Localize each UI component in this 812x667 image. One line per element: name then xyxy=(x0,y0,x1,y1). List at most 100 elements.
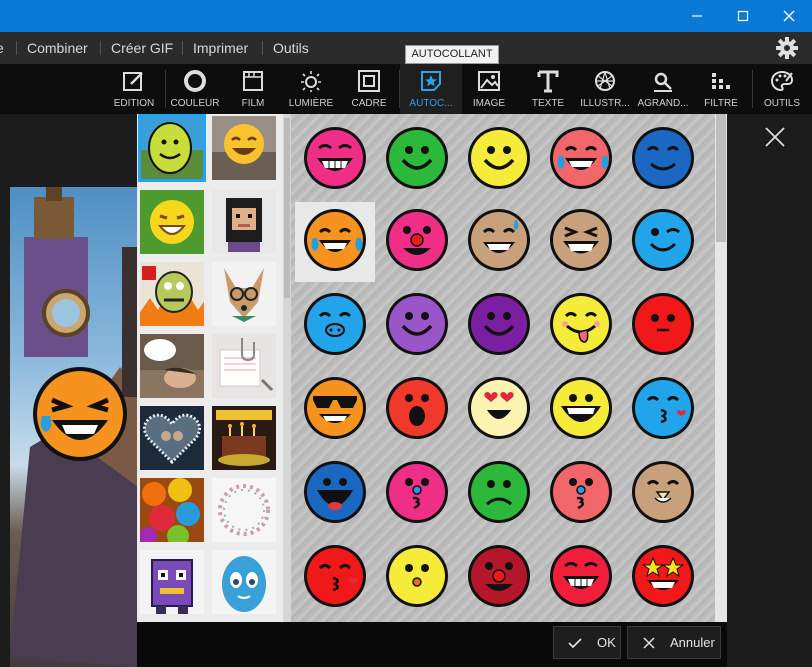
tool-texte[interactable]: TEXTE xyxy=(517,64,579,114)
close-icon xyxy=(783,10,795,22)
sticker-item[interactable] xyxy=(303,292,367,356)
menu-item-creer-gif[interactable]: Créer GIF xyxy=(111,32,173,64)
sticker-item[interactable] xyxy=(385,544,449,608)
category-thumb[interactable] xyxy=(140,334,204,398)
tool-label: ILLUSTR... xyxy=(580,98,630,109)
category-thumb[interactable] xyxy=(212,190,276,254)
sticker-item[interactable] xyxy=(303,126,367,190)
sticker-item[interactable] xyxy=(303,208,367,272)
tool-label: OUTILS xyxy=(763,98,801,109)
sticker-item[interactable] xyxy=(549,126,613,190)
tool-illustration[interactable]: ILLUSTR... xyxy=(574,64,636,114)
sticker-item[interactable] xyxy=(467,544,531,608)
sticker-item[interactable] xyxy=(631,292,695,356)
magnify-icon xyxy=(651,69,675,93)
smiley-icon xyxy=(632,209,694,271)
laughing-tears-emoji xyxy=(33,367,127,461)
sticker-item[interactable] xyxy=(467,376,531,440)
sticker-item[interactable] xyxy=(467,126,531,190)
tool-label: EDITION xyxy=(113,98,155,109)
sticker-item[interactable] xyxy=(303,460,367,524)
close-panel-button[interactable] xyxy=(756,118,794,156)
smiley-icon xyxy=(304,545,366,607)
sticker-item[interactable] xyxy=(631,126,695,190)
menu-item-imprimer[interactable]: Imprimer xyxy=(193,32,248,64)
close-window-button[interactable] xyxy=(766,0,812,32)
sticker-scrollbar-thumb[interactable] xyxy=(716,114,726,242)
tool-outils[interactable]: OUTILS xyxy=(752,64,812,114)
sticker-item[interactable] xyxy=(385,208,449,272)
maximize-button[interactable] xyxy=(720,0,766,32)
emoji-face-thumb xyxy=(212,116,276,180)
menu-item-combiner[interactable]: Combiner xyxy=(27,32,88,64)
smiley-icon xyxy=(386,461,448,523)
sticker-item[interactable] xyxy=(385,292,449,356)
category-thumb[interactable] xyxy=(212,116,276,180)
sticker-item[interactable] xyxy=(303,376,367,440)
sticker-item[interactable] xyxy=(303,544,367,608)
smiley-icon xyxy=(468,293,530,355)
cancel-button[interactable]: Annuler xyxy=(627,626,721,659)
category-thumb[interactable] xyxy=(140,406,204,470)
category-thumb[interactable] xyxy=(140,478,204,542)
menu-separator xyxy=(16,41,17,55)
sticker-item[interactable] xyxy=(385,460,449,524)
smiley-icon xyxy=(304,377,366,439)
category-thumb[interactable] xyxy=(212,262,276,326)
tool-autocollant[interactable]: AUTOC... xyxy=(400,64,462,114)
tool-cadre[interactable]: CADRE xyxy=(338,64,400,114)
text-icon xyxy=(536,69,560,93)
title-bar xyxy=(0,0,812,32)
smiley-icon xyxy=(550,545,612,607)
ok-button[interactable]: OK xyxy=(553,626,621,659)
tool-couleur[interactable]: COULEUR xyxy=(164,64,226,114)
close-icon xyxy=(765,127,785,147)
sticker-item[interactable] xyxy=(631,544,695,608)
category-thumb[interactable] xyxy=(212,334,276,398)
placed-sticker[interactable] xyxy=(30,364,130,464)
sticker-item[interactable] xyxy=(549,376,613,440)
category-thumb[interactable] xyxy=(140,262,204,326)
sticker-item[interactable] xyxy=(467,292,531,356)
sticker-star-icon xyxy=(419,69,443,93)
menu-item-outils[interactable]: Outils xyxy=(273,32,309,64)
menu-item-edit[interactable]: e xyxy=(0,32,4,64)
gear-icon xyxy=(776,37,798,59)
tool-film[interactable]: FILM xyxy=(222,64,284,114)
tool-filtre[interactable]: FILTRE xyxy=(690,64,752,114)
sticker-item[interactable] xyxy=(631,208,695,272)
tool-edition[interactable]: EDITION xyxy=(103,64,165,114)
category-thumb[interactable] xyxy=(212,478,276,542)
category-thumb[interactable] xyxy=(140,190,204,254)
category-thumb[interactable] xyxy=(212,406,276,470)
smiley-icon xyxy=(386,209,448,271)
dog-glasses-thumb xyxy=(212,262,276,326)
menu-separator xyxy=(182,41,183,55)
smiley-icon xyxy=(632,377,694,439)
tool-image[interactable]: IMAGE xyxy=(458,64,520,114)
sticker-item[interactable] xyxy=(549,460,613,524)
sticker-item[interactable] xyxy=(631,376,695,440)
sticker-item[interactable] xyxy=(549,292,613,356)
tool-lumiere[interactable]: LUMIÈRE xyxy=(280,64,342,114)
sticker-item[interactable] xyxy=(549,208,613,272)
smiley-icon xyxy=(304,461,366,523)
sticker-item[interactable] xyxy=(467,460,531,524)
sticker-item[interactable] xyxy=(549,544,613,608)
settings-button[interactable] xyxy=(776,37,798,59)
category-scrollbar-thumb[interactable] xyxy=(284,118,290,298)
sticker-item[interactable] xyxy=(467,208,531,272)
sticker-item[interactable] xyxy=(385,126,449,190)
tool-agrandir[interactable]: AGRAND... xyxy=(632,64,694,114)
palette-icon xyxy=(770,69,794,93)
maximize-icon xyxy=(737,10,749,22)
category-thumb[interactable] xyxy=(138,114,206,182)
purple-robot-thumb xyxy=(140,550,204,614)
sticker-item[interactable] xyxy=(385,376,449,440)
minimize-button[interactable] xyxy=(674,0,720,32)
category-thumb[interactable] xyxy=(140,550,204,614)
photo-canvas[interactable] xyxy=(10,187,138,667)
category-thumb[interactable] xyxy=(212,550,276,614)
sticker-item[interactable] xyxy=(631,460,695,524)
smiley-icon xyxy=(386,377,448,439)
